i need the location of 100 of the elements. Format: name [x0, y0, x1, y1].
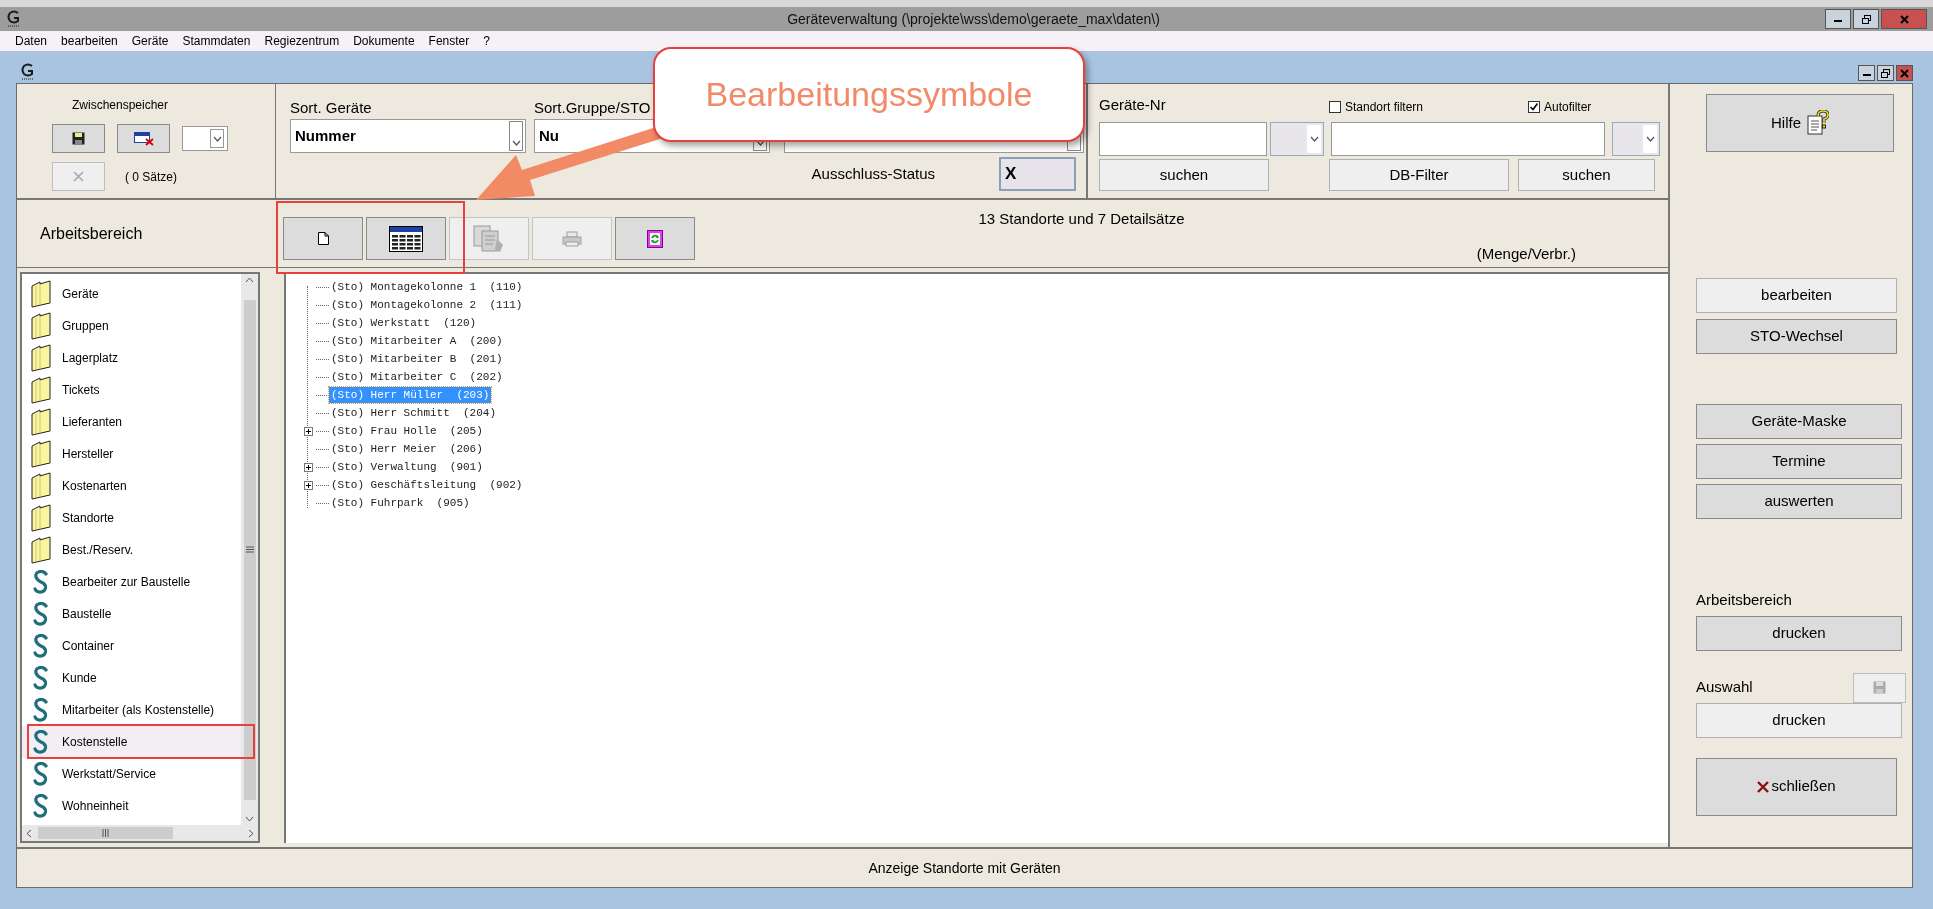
scrollbar-thumb[interactable]	[243, 299, 256, 800]
menu-item[interactable]: Regiezentrum	[264, 32, 340, 50]
tree-item[interactable]: (Sto) Fuhrpark (905)	[329, 494, 472, 512]
search-button[interactable]: suchen	[1099, 159, 1269, 191]
scrollbar-thumb[interactable]	[37, 827, 173, 839]
category-item[interactable]: Container	[22, 630, 241, 662]
help-button[interactable]: Hilfe	[1706, 94, 1894, 152]
chevron-down-icon	[1309, 136, 1319, 142]
table-delete-icon	[133, 131, 154, 146]
checkmark-icon	[1529, 102, 1539, 112]
tree-item[interactable]: (Sto) Montagekolonne 2 (111)	[329, 296, 525, 314]
sort-dropdown[interactable]: Nummer	[290, 119, 526, 153]
s-shape-icon	[33, 666, 49, 690]
chevron-down-icon	[1645, 136, 1655, 142]
tree-item[interactable]: (Sto) Werkstatt (120)	[329, 314, 479, 332]
action-button[interactable]: Termine	[1696, 444, 1902, 479]
tree-item[interactable]: (Sto) Mitarbeiter A (200)	[329, 332, 505, 350]
record-count: ( 0 Sätze)	[125, 168, 178, 186]
tree-item[interactable]: (Sto) Montagekolonne 1 (110)	[329, 278, 525, 296]
category-item[interactable]: Kunde	[22, 662, 241, 694]
category-item[interactable]: Mitarbeiter (als Kostenstelle)	[22, 694, 241, 726]
menu-item[interactable]: bearbeiten	[61, 32, 118, 50]
category-item[interactable]: Tickets	[22, 374, 241, 406]
menu-item[interactable]: Geräte	[131, 32, 169, 50]
checkbox[interactable]	[1528, 101, 1540, 113]
dropdown[interactable]	[1270, 122, 1324, 156]
folder-icon	[31, 472, 51, 500]
minimize-button[interactable]	[1825, 9, 1851, 29]
category-item[interactable]: Baustelle	[22, 598, 241, 630]
chevron-down-icon	[511, 140, 521, 146]
menu-item[interactable]: Daten	[15, 32, 48, 50]
restore-icon	[1861, 14, 1871, 24]
minimize-button[interactable]	[1858, 65, 1875, 81]
status-field[interactable]: X	[999, 157, 1076, 191]
close-button[interactable]	[1896, 65, 1913, 81]
grip-icon	[245, 546, 254, 553]
restore-button[interactable]	[1877, 65, 1894, 81]
category-item[interactable]: Kostenarten	[22, 470, 241, 502]
filter-input[interactable]	[1331, 122, 1605, 156]
close-window-button[interactable]: schließen	[1696, 757, 1897, 816]
number-input[interactable]	[1099, 122, 1267, 156]
refresh-icon	[647, 229, 663, 248]
action-button[interactable]: auswerten	[1696, 484, 1902, 519]
clear-button[interactable]	[117, 124, 170, 153]
field-label: Geräte-Nr	[1099, 94, 1167, 115]
menu-item[interactable]: Stammdaten	[182, 32, 251, 50]
category-item[interactable]: Wohneinheit	[22, 790, 241, 822]
tree-item[interactable]: (Sto) Frau Holle (205)	[329, 422, 485, 440]
category-item[interactable]: Hersteller	[22, 438, 241, 470]
toolbar-button[interactable]	[366, 217, 446, 260]
folder-icon	[31, 312, 51, 340]
close-icon	[1900, 68, 1909, 78]
close-button[interactable]	[1881, 9, 1927, 29]
print-button[interactable]: drucken	[1696, 615, 1902, 651]
dropdown[interactable]	[1612, 122, 1660, 156]
menu-item[interactable]: ?	[483, 32, 490, 50]
print-button[interactable]: drucken	[1696, 702, 1902, 738]
menu-item[interactable]: Dokumente	[353, 32, 415, 50]
restore-button[interactable]	[1853, 9, 1879, 29]
close-icon	[1899, 14, 1909, 24]
close-icon	[73, 171, 84, 182]
blank-page-icon	[317, 232, 329, 245]
expand-icon[interactable]	[303, 462, 313, 472]
action-button[interactable]: bearbeiten	[1696, 278, 1897, 313]
documents-icon	[473, 224, 505, 253]
tree-item[interactable]: (Sto) Verwaltung (901)	[329, 458, 485, 476]
category-item[interactable]: Geräte	[22, 278, 241, 310]
folder-icon	[31, 280, 51, 308]
category-item[interactable]: Werkstatt/Service	[22, 758, 241, 790]
search-button[interactable]: DB-Filter	[1329, 159, 1509, 191]
checkbox[interactable]	[1329, 101, 1341, 113]
horizontal-scrollbar[interactable]	[22, 825, 258, 841]
category-item[interactable]: Kostenstelle	[22, 726, 241, 758]
category-item[interactable]: Lagerplatz	[22, 342, 241, 374]
vertical-scrollbar[interactable]	[241, 274, 258, 825]
tree-item[interactable]: (Sto) Geschäftsleitung (902)	[329, 476, 525, 494]
category-item[interactable]: Bearbeiter zur Baustelle	[22, 566, 241, 598]
action-button[interactable]: Geräte-Maske	[1696, 404, 1902, 439]
save-button[interactable]	[52, 124, 105, 153]
category-item[interactable]: Gruppen	[22, 310, 241, 342]
search-button[interactable]: suchen	[1518, 159, 1655, 191]
expand-icon[interactable]	[303, 426, 313, 436]
checkbox-label: Autofilter	[1544, 99, 1592, 116]
action-button[interactable]: STO-Wechsel	[1696, 319, 1897, 354]
s-shape-icon	[33, 634, 49, 658]
dropdown[interactable]	[182, 126, 228, 151]
category-item[interactable]: Best./Reserv.	[22, 534, 241, 566]
tree-item[interactable]: (Sto) Mitarbeiter C (202)	[329, 368, 505, 386]
folder-icon	[31, 504, 51, 532]
field-label: Ausschluss-Status	[811, 163, 935, 184]
menu-item[interactable]: Fenster	[428, 32, 470, 50]
tree-item[interactable]: (Sto) Herr Meier (206)	[329, 440, 485, 458]
expand-icon[interactable]	[303, 480, 313, 490]
tree-item[interactable]: (Sto) Herr Schmitt (204)	[329, 404, 499, 422]
category-item[interactable]: Standorte	[22, 502, 241, 534]
s-shape-icon	[33, 730, 49, 754]
folder-icon	[31, 408, 51, 436]
tree-item[interactable]: (Sto) Mitarbeiter B (201)	[329, 350, 505, 368]
category-item[interactable]: Lieferanten	[22, 406, 241, 438]
close-icon	[1757, 780, 1770, 793]
